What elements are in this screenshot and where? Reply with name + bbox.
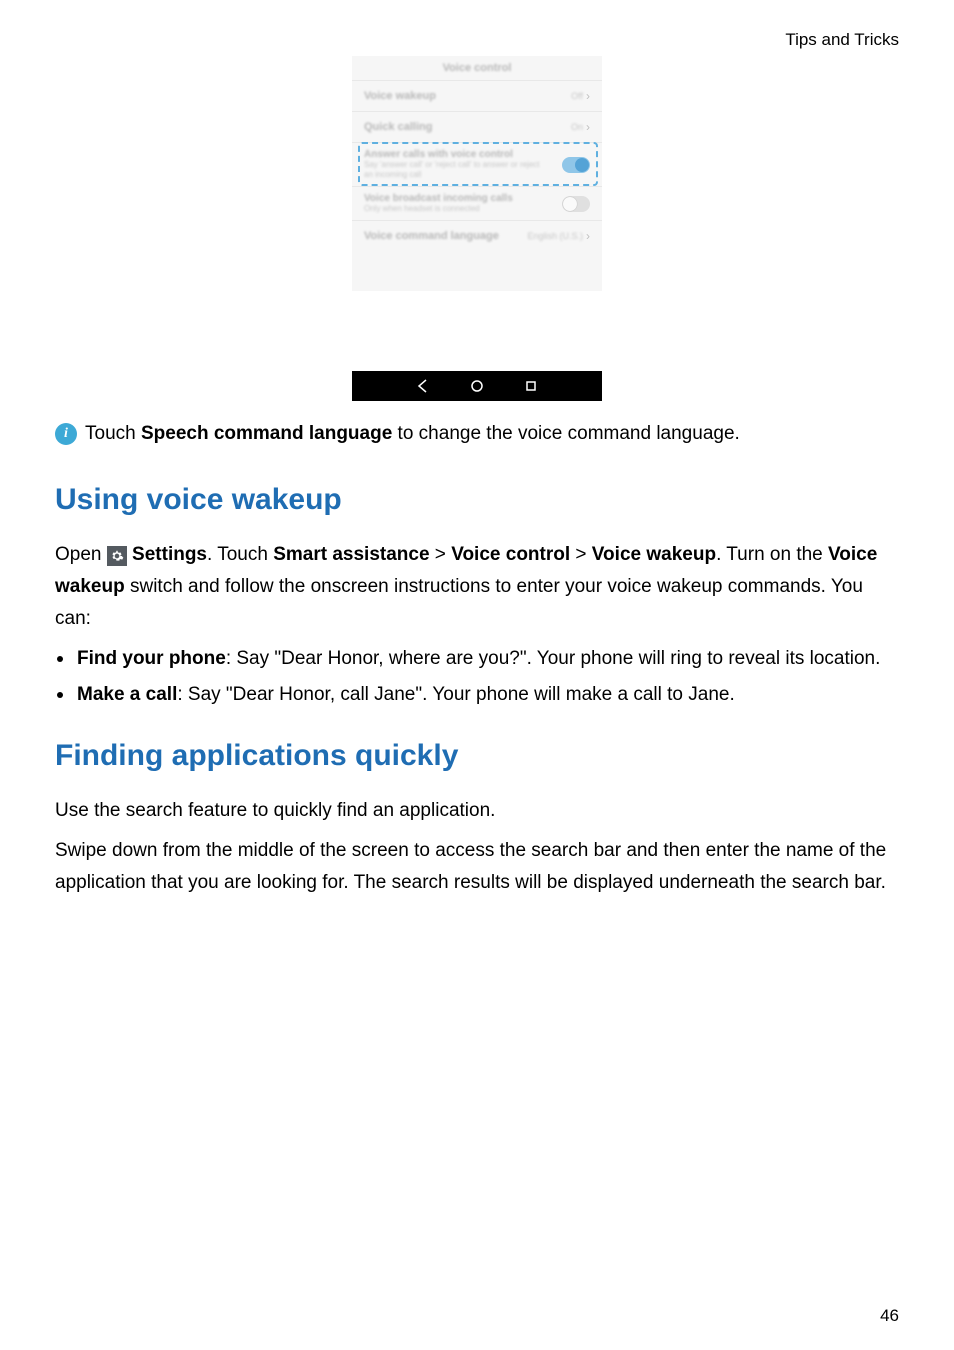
chevron-right-icon: › <box>586 120 590 134</box>
label-language: Voice command language <box>364 230 499 242</box>
wakeup-bullet-list: Find your phone: Say "Dear Honor, where … <box>55 643 899 711</box>
paragraph-find-2: Swipe down from the middle of the screen… <box>55 835 899 899</box>
sub-broadcast: Only when headset is connected <box>364 204 513 214</box>
toggle-broadcast <box>562 196 590 212</box>
label-voice-wakeup: Voice wakeup <box>364 90 436 102</box>
heading-voice-wakeup: Using voice wakeup <box>55 483 899 517</box>
screen-gap <box>352 291 602 371</box>
paragraph-find-1: Use the search feature to quickly find a… <box>55 795 899 827</box>
list-item: Make a call: Say "Dear Honor, call Jane"… <box>55 679 899 711</box>
recent-icon <box>524 379 538 393</box>
label-answer-calls: Answer calls with voice control <box>364 149 544 160</box>
row-broadcast: Voice broadcast incoming calls Only when… <box>352 186 602 220</box>
screen-title: Voice control <box>352 56 602 80</box>
document-page: Tips and Tricks Voice control Voice wake… <box>0 0 954 1350</box>
heading-find-apps: Finding applications quickly <box>55 739 899 773</box>
value-voice-wakeup: Off <box>571 91 583 101</box>
row-language: Voice command language English (U.S.) › <box>352 220 602 251</box>
row-quick-calling: Quick calling On › <box>352 111 602 142</box>
info-tip: i Touch Speech command language to chang… <box>55 421 899 447</box>
info-icon: i <box>55 423 77 445</box>
back-icon <box>416 379 430 393</box>
label-broadcast: Voice broadcast incoming calls <box>364 193 513 204</box>
phone-illustration: Voice control Voice wakeup Off › Quick c… <box>343 56 611 401</box>
header-section-label: Tips and Tricks <box>55 30 899 50</box>
label-quick-calling: Quick calling <box>364 121 432 133</box>
toggle-answer-calls <box>562 157 590 173</box>
home-icon <box>470 379 484 393</box>
paragraph-wakeup-intro: Open Settings. Touch Smart assistance > … <box>55 539 899 635</box>
value-language: English (U.S.) <box>527 231 583 241</box>
phone-screen: Voice control Voice wakeup Off › Quick c… <box>352 56 602 291</box>
page-number: 46 <box>880 1306 899 1326</box>
row-voice-wakeup: Voice wakeup Off › <box>352 80 602 111</box>
info-text: Touch Speech command language to change … <box>85 421 740 447</box>
value-quick-calling: On <box>571 122 583 132</box>
chevron-right-icon: › <box>586 229 590 243</box>
gear-icon <box>107 546 127 566</box>
phone-navbar <box>352 371 602 401</box>
chevron-right-icon: › <box>586 89 590 103</box>
row-answer-calls: Answer calls with voice control Say 'ans… <box>352 142 602 186</box>
sub-answer-calls: Say 'answer call' or 'reject call' to an… <box>364 160 544 180</box>
list-item: Find your phone: Say "Dear Honor, where … <box>55 643 899 675</box>
